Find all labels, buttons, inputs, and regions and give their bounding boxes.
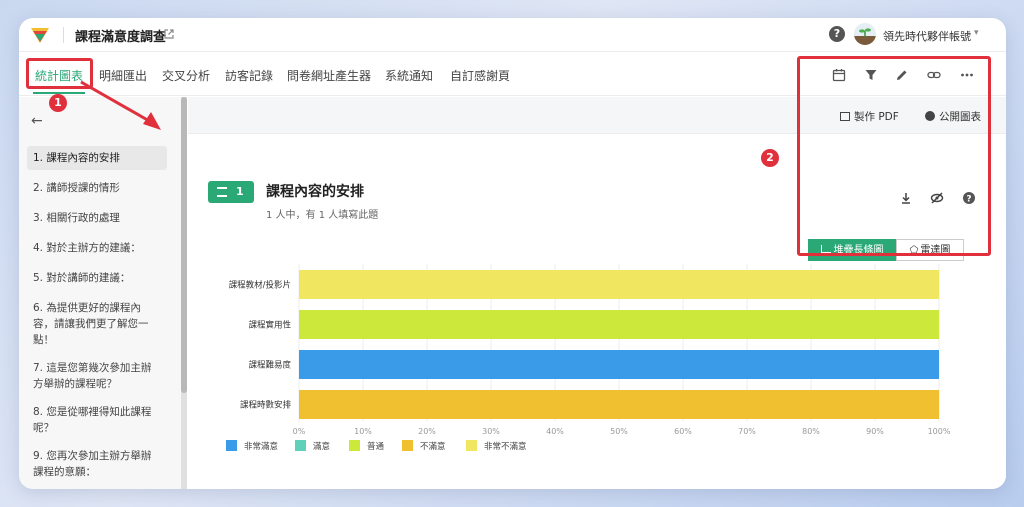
annotation-badge-2: 2 [761,149,779,167]
bar-segment[interactable] [299,350,939,379]
highlight-box-2 [797,56,991,256]
legend-label[interactable]: 非常滿意 [244,441,278,452]
logo-icon[interactable] [29,24,51,46]
sidebar-item-q2[interactable]: 2. 講師授課的情形 [27,176,167,200]
category-label: 課程實用性 [248,320,291,331]
external-link-icon[interactable] [163,28,175,40]
chevron-down-icon[interactable]: ▾ [974,28,979,38]
category-label: 課程難易度 [248,360,291,371]
sidebar-scrollbar-thumb[interactable] [181,97,187,393]
x-tick-label: 50% [610,427,628,436]
tab-cross-analysis[interactable]: 交叉分析 [162,67,210,84]
category-label: 課程教材/投影片 [229,280,291,291]
sidebar-item-q4[interactable]: 4. 對於主辦方的建議： [27,236,167,260]
bar-segment[interactable] [299,270,939,299]
legend-label[interactable]: 滿意 [313,441,330,452]
x-tick-label: 40% [546,427,564,436]
sidebar-item-q5[interactable]: 5. 對於講師的建議： [27,266,167,290]
user-name[interactable]: 領先時代夥伴帳號 [883,28,971,44]
x-tick-label: 100% [928,427,951,436]
legend-label[interactable]: 非常不滿意 [484,441,527,452]
legend-swatch [402,440,413,451]
header-divider [63,27,64,43]
legend-swatch [226,440,237,451]
question-sidebar: ← 1. 課程內容的安排 2. 講師授課的情形 3. 相關行政的處理 4. 對於… [19,97,187,489]
sidebar-item-q7[interactable]: 7. 這是您第幾次參加主辦方舉辦的課程呢？ [27,356,167,396]
sidebar-item-q6[interactable]: 6. 為提供更好的課程內容，請讓我們更了解您一點！ [27,296,167,352]
help-icon[interactable]: ? [829,26,845,42]
top-header: 課程滿意度調查 ? 領先時代夥伴帳號 ▾ [19,18,1006,52]
x-tick-label: 20% [418,427,436,436]
tab-url-generator[interactable]: 問卷網址產生器 [287,67,371,84]
x-tick-label: 70% [738,427,756,436]
tab-system-notice[interactable]: 系統通知 [385,67,433,84]
bar-segment[interactable] [299,390,939,419]
legend-swatch [466,440,477,451]
category-label: 課程時數安排 [240,400,292,411]
sidebar-item-q9[interactable]: 9. 您再次參加主辦方舉辦課程的意願： [27,444,167,484]
page-title: 課程滿意度調查 [75,30,167,45]
x-tick-label: 0% [293,427,306,436]
x-tick-label: 10% [354,427,372,436]
tab-visitor-log[interactable]: 訪客記錄 [225,67,273,84]
annotation-badge-1: 1 [49,94,67,112]
x-tick-label: 60% [674,427,692,436]
sidebar-item-q8[interactable]: 8. 您是從哪裡得知此課程呢？ [27,400,167,440]
legend-swatch [295,440,306,451]
x-tick-label: 30% [482,427,500,436]
bar-segment[interactable] [299,310,939,339]
annotation-arrow [80,80,161,130]
tab-custom-thanks[interactable]: 自訂感謝頁 [450,67,510,84]
back-arrow-icon[interactable]: ← [31,113,43,129]
app-window: 課程滿意度調查 ? 領先時代夥伴帳號 ▾ 統計圖表 明細匯出 交叉分析 訪客記錄… [19,18,1006,489]
legend-label[interactable]: 不滿意 [420,441,446,452]
x-tick-label: 80% [802,427,820,436]
avatar[interactable] [854,23,876,45]
x-tick-label: 90% [866,427,884,436]
sidebar-item-q1[interactable]: 1. 課程內容的安排 [27,146,167,170]
legend-swatch [349,440,360,451]
sidebar-item-q3[interactable]: 3. 相關行政的處理 [27,206,167,230]
legend-label[interactable]: 普通 [367,441,385,452]
